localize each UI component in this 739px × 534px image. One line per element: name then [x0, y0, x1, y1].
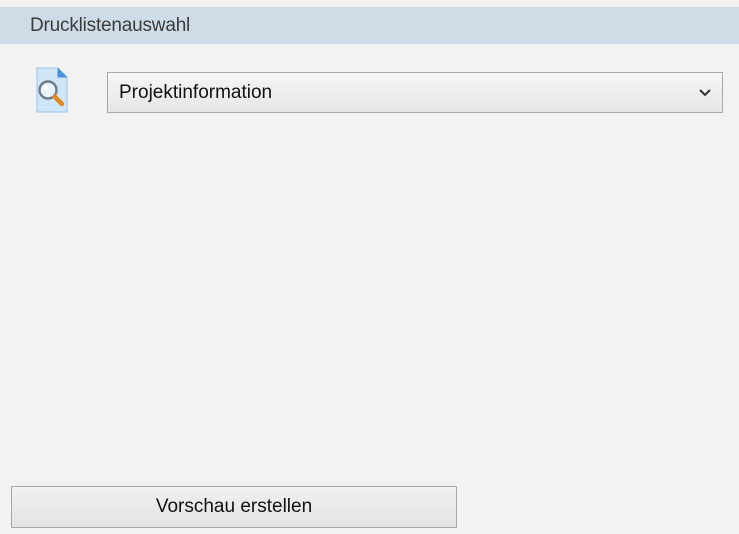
document-preview-magnifier-icon	[31, 66, 75, 116]
panel-header: Drucklistenauswahl	[0, 7, 739, 44]
panel-title: Drucklistenauswahl	[30, 14, 191, 36]
report-select-value: Projektinformation	[119, 81, 273, 103]
chevron-down-icon[interactable]	[688, 73, 722, 112]
print-list-panel: Drucklistenauswahl Projektinformation Vo…	[0, 0, 739, 534]
create-preview-button[interactable]: Vorschau erstellen	[11, 486, 457, 528]
create-preview-button-label: Vorschau erstellen	[155, 496, 313, 517]
report-select[interactable]: Projektinformation	[107, 72, 723, 113]
